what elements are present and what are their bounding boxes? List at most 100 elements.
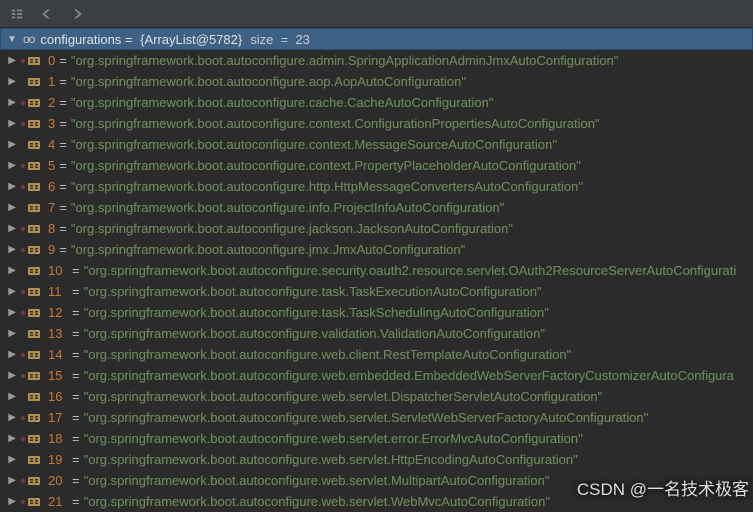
expand-arrow-right-icon[interactable]: ▶ <box>0 244 20 255</box>
element-value: "org.springframework.boot.autoconfigure.… <box>71 116 600 131</box>
expand-arrow-right-icon[interactable]: ▶ <box>0 286 20 297</box>
gutter-dot-icon <box>21 290 25 294</box>
element-value: "org.springframework.boot.autoconfigure.… <box>71 137 557 152</box>
field-icon <box>26 74 42 90</box>
element-value: "org.springframework.boot.autoconfigure.… <box>84 284 542 299</box>
list-item[interactable]: ▶14="org.springframework.boot.autoconfig… <box>0 344 753 365</box>
expand-arrow-right-icon[interactable]: ▶ <box>0 118 20 129</box>
list-item[interactable]: ▶20="org.springframework.boot.autoconfig… <box>0 470 753 491</box>
element-value: "org.springframework.boot.autoconfigure.… <box>71 53 619 68</box>
gutter-dot-icon <box>21 416 25 420</box>
list-item[interactable]: ▶6="org.springframework.boot.autoconfigu… <box>0 176 753 197</box>
settings-icon[interactable] <box>8 5 26 23</box>
element-index: 4 <box>48 137 55 152</box>
expand-arrow-right-icon[interactable]: ▶ <box>0 55 20 66</box>
field-icon <box>26 53 42 69</box>
expand-arrow-right-icon[interactable]: ▶ <box>0 223 20 234</box>
element-value: "org.springframework.boot.autoconfigure.… <box>71 179 583 194</box>
list-item[interactable]: ▶18="org.springframework.boot.autoconfig… <box>0 428 753 449</box>
expand-arrow-right-icon[interactable]: ▶ <box>0 454 20 465</box>
element-value: "org.springframework.boot.autoconfigure.… <box>71 95 494 110</box>
element-value: "org.springframework.boot.autoconfigure.… <box>84 410 649 425</box>
element-value: "org.springframework.boot.autoconfigure.… <box>84 305 549 320</box>
list-item[interactable]: ▶7="org.springframework.boot.autoconfigu… <box>0 197 753 218</box>
element-value: "org.springframework.boot.autoconfigure.… <box>71 74 466 89</box>
list-item[interactable]: ▶17="org.springframework.boot.autoconfig… <box>0 407 753 428</box>
expand-arrow-right-icon[interactable]: ▶ <box>0 475 20 486</box>
list-item[interactable]: ▶5="org.springframework.boot.autoconfigu… <box>0 155 753 176</box>
variable-name: configurations <box>40 32 121 47</box>
field-icon <box>26 326 42 342</box>
list-item[interactable]: ▶12="org.springframework.boot.autoconfig… <box>0 302 753 323</box>
list-item[interactable]: ▶2="org.springframework.boot.autoconfigu… <box>0 92 753 113</box>
expand-arrow-down-icon[interactable]: ▼ <box>5 34 19 45</box>
expand-arrow-right-icon[interactable]: ▶ <box>0 76 20 87</box>
element-index: 20 <box>48 473 68 488</box>
expand-arrow-right-icon[interactable]: ▶ <box>0 202 20 213</box>
expand-arrow-right-icon[interactable]: ▶ <box>0 97 20 108</box>
expand-arrow-right-icon[interactable]: ▶ <box>0 391 20 402</box>
variable-size: size = 23 <box>250 32 310 47</box>
expand-arrow-right-icon[interactable]: ▶ <box>0 265 20 276</box>
element-value: "org.springframework.boot.autoconfigure.… <box>71 221 513 236</box>
gutter-dot-icon <box>21 101 25 105</box>
expand-arrow-right-icon[interactable]: ▶ <box>0 307 20 318</box>
expand-arrow-right-icon[interactable]: ▶ <box>0 181 20 192</box>
forward-arrow-icon[interactable] <box>68 5 86 23</box>
element-index: 3 <box>48 116 55 131</box>
variable-header-row[interactable]: ▼ oo configurations = {ArrayList@5782} s… <box>0 28 753 50</box>
field-icon <box>26 221 42 237</box>
expand-arrow-right-icon[interactable]: ▶ <box>0 139 20 150</box>
gutter-dot-icon <box>21 437 25 441</box>
element-index: 18 <box>48 431 68 446</box>
expand-arrow-right-icon[interactable]: ▶ <box>0 328 20 339</box>
field-icon <box>26 305 42 321</box>
list-item[interactable]: ▶1="org.springframework.boot.autoconfigu… <box>0 71 753 92</box>
field-icon <box>26 263 42 279</box>
element-index: 15 <box>48 368 68 383</box>
debugger-toolbar <box>0 0 753 28</box>
field-icon <box>26 389 42 405</box>
list-item[interactable]: ▶0="org.springframework.boot.autoconfigu… <box>0 50 753 71</box>
list-item[interactable]: ▶15="org.springframework.boot.autoconfig… <box>0 365 753 386</box>
element-index: 12 <box>48 305 68 320</box>
expand-arrow-right-icon[interactable]: ▶ <box>0 433 20 444</box>
field-icon <box>26 452 42 468</box>
gutter-dot-icon <box>21 248 25 252</box>
gutter-dot-icon <box>21 122 25 126</box>
list-item[interactable]: ▶21="org.springframework.boot.autoconfig… <box>0 491 753 512</box>
element-value: "org.springframework.boot.autoconfigure.… <box>84 368 734 383</box>
list-item[interactable]: ▶4="org.springframework.boot.autoconfigu… <box>0 134 753 155</box>
gutter-dot-icon <box>21 479 25 483</box>
element-value: "org.springframework.boot.autoconfigure.… <box>84 494 550 509</box>
list-item[interactable]: ▶16="org.springframework.boot.autoconfig… <box>0 386 753 407</box>
expand-arrow-right-icon[interactable]: ▶ <box>0 160 20 171</box>
back-arrow-icon[interactable] <box>38 5 56 23</box>
gutter-dot-icon <box>21 374 25 378</box>
field-icon <box>26 95 42 111</box>
list-item[interactable]: ▶9="org.springframework.boot.autoconfigu… <box>0 239 753 260</box>
field-icon <box>26 410 42 426</box>
element-index: 10 <box>48 263 68 278</box>
list-item[interactable]: ▶13="org.springframework.boot.autoconfig… <box>0 323 753 344</box>
list-item[interactable]: ▶3="org.springframework.boot.autoconfigu… <box>0 113 753 134</box>
expand-arrow-right-icon[interactable]: ▶ <box>0 370 20 381</box>
expand-arrow-right-icon[interactable]: ▶ <box>0 496 20 507</box>
expand-arrow-right-icon[interactable]: ▶ <box>0 349 20 360</box>
list-item[interactable]: ▶11="org.springframework.boot.autoconfig… <box>0 281 753 302</box>
field-icon <box>26 116 42 132</box>
element-value: "org.springframework.boot.autoconfigure.… <box>84 389 603 404</box>
element-index: 8 <box>48 221 55 236</box>
element-index: 2 <box>48 95 55 110</box>
field-icon <box>26 368 42 384</box>
list-item[interactable]: ▶8="org.springframework.boot.autoconfigu… <box>0 218 753 239</box>
element-value: "org.springframework.boot.autoconfigure.… <box>84 263 737 278</box>
list-item[interactable]: ▶10="org.springframework.boot.autoconfig… <box>0 260 753 281</box>
gutter-dot-icon <box>21 185 25 189</box>
element-index: 0 <box>48 53 55 68</box>
element-value: "org.springframework.boot.autoconfigure.… <box>71 200 504 215</box>
element-index: 21 <box>48 494 68 509</box>
expand-arrow-right-icon[interactable]: ▶ <box>0 412 20 423</box>
field-icon <box>26 179 42 195</box>
list-item[interactable]: ▶19="org.springframework.boot.autoconfig… <box>0 449 753 470</box>
